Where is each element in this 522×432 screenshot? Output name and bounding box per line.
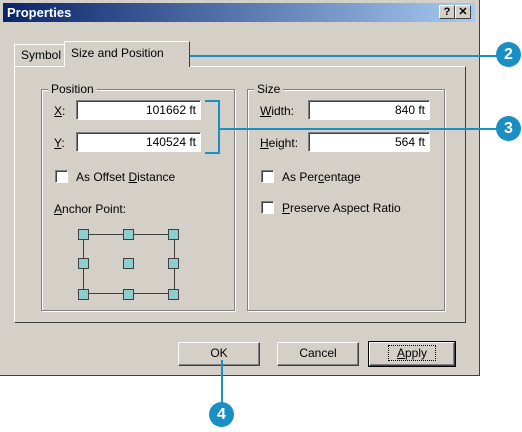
anchor-point-label: Anchor Point: bbox=[54, 202, 127, 216]
offset-distance-checkbox[interactable] bbox=[55, 170, 68, 183]
y-label: Y: bbox=[54, 136, 65, 150]
anchor-center[interactable] bbox=[123, 258, 134, 269]
close-icon: ✕ bbox=[458, 6, 468, 18]
anchor-middle-right[interactable] bbox=[168, 258, 179, 269]
height-field[interactable]: 564 ft bbox=[308, 132, 430, 152]
close-button[interactable]: ✕ bbox=[455, 5, 471, 19]
offset-distance-label: As Offset Distance bbox=[76, 170, 176, 184]
as-percentage-label: As Percentage bbox=[282, 170, 361, 184]
width-field[interactable]: 840 ft bbox=[308, 100, 430, 120]
y-position-field[interactable]: 140524 ft bbox=[76, 132, 201, 152]
help-button[interactable]: ? bbox=[439, 5, 455, 19]
callout-4-line bbox=[221, 360, 223, 402]
anchor-bottom-center[interactable] bbox=[123, 289, 134, 300]
x-label: X: bbox=[54, 104, 66, 118]
callout-2-badge: 2 bbox=[496, 42, 521, 67]
tab-size-and-position-label: Size and Position bbox=[71, 46, 164, 60]
size-legend: Size bbox=[254, 82, 284, 96]
apply-button-label: Apply bbox=[387, 345, 437, 361]
callout-3-bracket-top bbox=[205, 100, 219, 102]
window-title: Properties bbox=[7, 5, 72, 20]
title-bar[interactable]: Properties ? ✕ bbox=[3, 3, 475, 22]
ok-button[interactable]: OK bbox=[178, 342, 260, 366]
callout-4-badge: 4 bbox=[209, 402, 234, 427]
cancel-button[interactable]: Cancel bbox=[277, 342, 359, 366]
anchor-top-center[interactable] bbox=[123, 229, 134, 240]
as-percentage-checkbox[interactable] bbox=[261, 170, 274, 183]
preserve-aspect-ratio-label: Preserve Aspect Ratio bbox=[282, 201, 401, 215]
apply-button[interactable]: Apply bbox=[368, 341, 456, 367]
width-label: Width: bbox=[260, 104, 295, 118]
tab-symbol[interactable]: Symbol bbox=[14, 44, 66, 66]
anchor-top-right[interactable] bbox=[168, 229, 179, 240]
preserve-aspect-ratio-checkbox[interactable] bbox=[261, 201, 274, 214]
anchor-top-left[interactable] bbox=[78, 229, 89, 240]
tab-size-and-position[interactable]: Size and Position bbox=[64, 41, 190, 67]
height-label: Height: bbox=[260, 136, 299, 150]
callout-3-bracket bbox=[218, 100, 220, 154]
callout-3-bracket-bottom bbox=[205, 152, 219, 154]
help-icon: ? bbox=[443, 6, 451, 18]
anchor-middle-left[interactable] bbox=[78, 258, 89, 269]
size-group: Size bbox=[247, 82, 445, 311]
anchor-bottom-right[interactable] bbox=[168, 289, 179, 300]
x-position-field[interactable]: 101662 ft bbox=[76, 100, 201, 120]
position-legend: Position bbox=[48, 82, 97, 96]
callout-3-line bbox=[219, 128, 498, 130]
callout-3-badge: 3 bbox=[496, 116, 521, 141]
callout-2-line bbox=[188, 55, 498, 57]
anchor-bottom-left[interactable] bbox=[78, 289, 89, 300]
tab-symbol-label: Symbol bbox=[21, 48, 62, 62]
